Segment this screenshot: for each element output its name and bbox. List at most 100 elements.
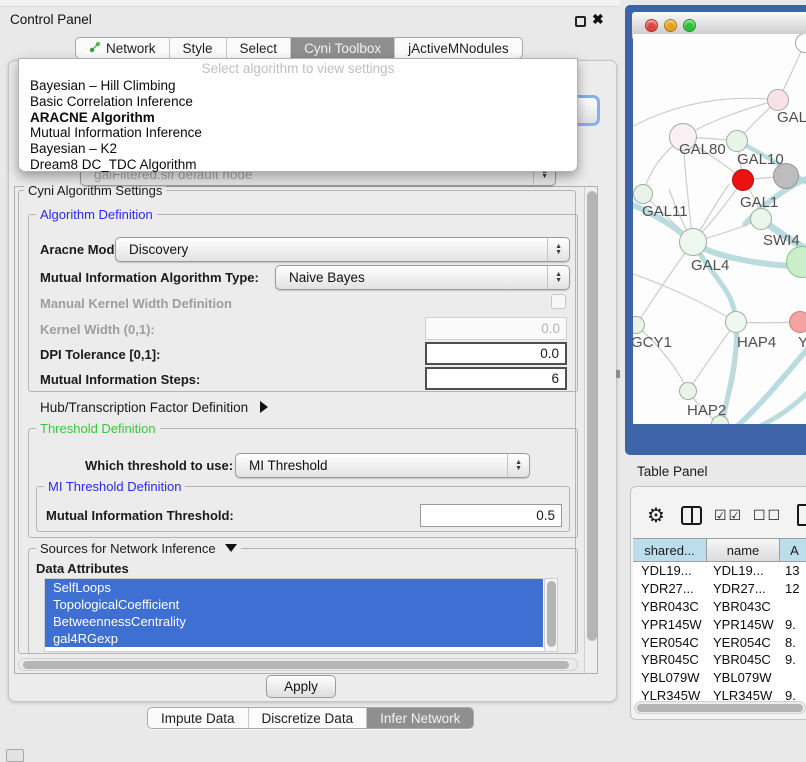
aracne-mode-combobox[interactable]: Discovery ▲▼ [115, 237, 570, 262]
minimize-window-button[interactable] [664, 19, 677, 32]
mi-steps-field[interactable]: 6 [425, 367, 567, 390]
network-node-salmon-right[interactable] [789, 311, 806, 333]
data-attributes-label: Data Attributes [36, 561, 129, 576]
combo-stepper-icon: ▲▼ [547, 238, 569, 261]
attribute-list-item[interactable]: SelfLoops [45, 579, 543, 596]
network-node-gal-upper[interactable] [767, 89, 789, 111]
combo-stepper-icon: ▲▼ [547, 266, 569, 289]
settings-horizontal-scrollbar[interactable] [18, 658, 578, 671]
table-body: YDL19...YDL19...13YDR27...YDR27...12YBR0… [633, 562, 806, 706]
aracne-mode-label: Aracne Mode: [40, 242, 126, 257]
tab-network-label: Network [106, 41, 156, 56]
tab-jactivemnodules[interactable]: jActiveMNodules [395, 38, 522, 58]
table-row[interactable]: YDL19...YDL19...13 [633, 562, 806, 580]
table-row[interactable]: YPR145WYPR145W9. [633, 615, 806, 633]
combo-stepper-icon: ▲▼ [507, 454, 529, 477]
network-node-hap2[interactable] [679, 382, 697, 400]
settings-scrollbar-thumb[interactable] [587, 191, 597, 641]
panel-splitter-handle[interactable] [616, 370, 620, 378]
column-header-name[interactable]: name [707, 538, 780, 562]
table-row[interactable]: YBR043CYBR043C [633, 598, 806, 616]
manual-kernel-width-checkbox[interactable] [551, 294, 566, 309]
table-horizontal-scrollbar[interactable] [634, 701, 806, 714]
control-panel-tabbar: Network Style Select Cyni Toolbox jActiv… [75, 37, 523, 59]
column-header-partial[interactable]: A [780, 538, 806, 562]
network-node-gal4[interactable] [679, 228, 707, 256]
attributes-vertical-scrollbar[interactable] [544, 579, 557, 651]
table-cell: YBL079W [707, 670, 780, 685]
close-panel-icon[interactable]: ✖ [592, 11, 604, 28]
hide-columns-icon[interactable]: ☐☐ [753, 507, 782, 524]
close-window-button[interactable] [645, 19, 658, 32]
network-node-hap4[interactable] [725, 311, 747, 333]
network-node-gal11[interactable] [633, 184, 653, 204]
table-cell: YBL079W [633, 670, 707, 685]
algorithm-option[interactable]: Basic Correlation Inference [19, 94, 577, 110]
show-columns-icon[interactable]: ☑☑ [714, 507, 743, 524]
algorithm-option[interactable]: Dream8 DC_TDC Algorithm [19, 157, 577, 173]
sources-toggle[interactable]: Sources for Network Inference [36, 541, 241, 556]
algorithm-option[interactable]: Mutual Information Inference [19, 125, 577, 141]
algorithm-option[interactable]: Bayesian – K2 [19, 141, 577, 157]
which-threshold-combobox[interactable]: MI Threshold ▲▼ [235, 453, 530, 478]
network-canvas[interactable]: GALGAL80GAL10GAL1GAL11SWI4GAL4GCY1HAP4YH… [633, 34, 806, 424]
collapse-arrow-icon [225, 544, 237, 552]
tab-network[interactable]: Network [76, 38, 170, 58]
data-attributes-list[interactable]: SelfLoopsTopologicalCoefficientBetweenne… [44, 578, 558, 652]
settings-hscrollbar-thumb[interactable] [23, 661, 569, 669]
network-node-gal1[interactable] [732, 169, 754, 191]
attribute-list-item[interactable]: BetweennessCentrality [45, 613, 543, 630]
hub-definition-toggle[interactable]: Hub/Transcription Factor Definition [40, 400, 268, 415]
network-node-swi4[interactable] [750, 208, 772, 230]
table-hscrollbar-thumb[interactable] [637, 704, 803, 712]
table-row[interactable]: YDR27...YDR27...12 [633, 580, 806, 598]
node-label-swi4: SWI4 [763, 232, 800, 249]
table-cell: YER054C [707, 635, 780, 650]
column-header-shared-name[interactable]: shared... [633, 538, 707, 562]
settings-vertical-scrollbar[interactable] [584, 187, 597, 673]
table-cell: YDL19... [707, 563, 780, 578]
kernel-width-field[interactable]: 0.0 [425, 317, 567, 340]
table-cell: 9. [780, 617, 806, 632]
dpi-tolerance-field[interactable]: 0.0 [425, 342, 567, 365]
table-row[interactable]: YER054CYER054C8. [633, 633, 806, 651]
algorithm-dropdown-popup: Select algorithm to view settings Bayesi… [18, 58, 578, 172]
attribute-list-item[interactable]: gal4RGexp [45, 630, 543, 647]
tab-impute-data[interactable]: Impute Data [148, 708, 249, 728]
table-cell: YDL19... [633, 563, 707, 578]
tab-cyni-toolbox[interactable]: Cyni Toolbox [291, 38, 395, 58]
algorithm-option[interactable]: ARACNE Algorithm [19, 110, 577, 126]
split-columns-icon[interactable] [681, 506, 702, 525]
float-panel-icon[interactable] [575, 16, 586, 27]
tab-select[interactable]: Select [227, 38, 292, 58]
table-cell: YDR27... [707, 581, 780, 596]
tab-style[interactable]: Style [170, 38, 227, 58]
mi-algorithm-type-combobox[interactable]: Naive Bayes ▲▼ [275, 265, 570, 290]
mi-algorithm-type-value: Naive Bayes [289, 270, 365, 285]
table-cell: YBR045C [633, 652, 707, 667]
manual-kernel-width-label: Manual Kernel Width Definition [40, 296, 232, 311]
table-row[interactable]: YBL079WYBL079W [633, 669, 806, 687]
algorithm-option[interactable]: Bayesian – Hill Climbing [19, 78, 577, 94]
hub-definition-label: Hub/Transcription Factor Definition [40, 400, 248, 415]
network-node-gal10[interactable] [726, 130, 748, 152]
apply-button[interactable]: Apply [266, 675, 336, 698]
export-table-icon[interactable] [797, 504, 806, 526]
tab-infer-network[interactable]: Infer Network [367, 708, 473, 728]
table-panel-title: Table Panel [637, 464, 708, 479]
attribute-list-item[interactable]: TopologicalCoefficient [45, 596, 543, 613]
algorithm-dropdown-list: Bayesian – Hill ClimbingBasic Correlatio… [19, 78, 577, 173]
table-row[interactable]: YBR045CYBR045C9. [633, 651, 806, 669]
tab-discretize-data[interactable]: Discretize Data [249, 708, 368, 728]
zoom-window-button[interactable] [683, 19, 696, 32]
table-cell: 13 [780, 563, 806, 578]
corner-widget[interactable] [6, 749, 24, 762]
table-cell: 8. [780, 635, 806, 650]
network-view-window: GALGAL80GAL10GAL1GAL11SWI4GAL4GCY1HAP4YH… [625, 5, 806, 455]
mi-steps-label: Mutual Information Steps: [40, 372, 200, 387]
node-label-hap2: HAP2 [687, 402, 726, 419]
attributes-scrollbar-thumb[interactable] [547, 581, 556, 647]
gear-icon[interactable]: ⚙ [647, 503, 665, 528]
table-cell: YBR045C [707, 652, 780, 667]
mi-threshold-field[interactable]: 0.5 [420, 504, 562, 527]
